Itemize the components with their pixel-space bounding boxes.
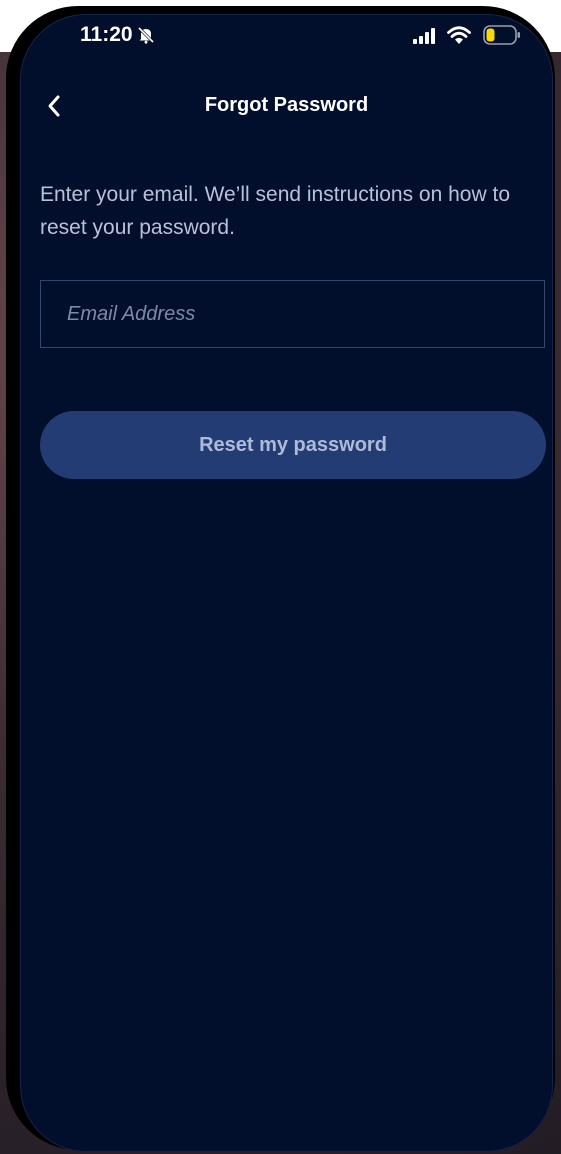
status-bar: 11:20 (20, 14, 553, 60)
signal-icon (413, 28, 435, 44)
status-time: 11:20 (80, 23, 133, 46)
bell-off-icon (137, 26, 155, 44)
nav-bar: Forgot Password (20, 84, 553, 130)
battery-icon (483, 25, 520, 45)
app-screen: 11:20 Forgot Password Enter your email. … (20, 14, 553, 1152)
phone-frame: 11:20 Forgot Password Enter your email. … (6, 6, 555, 1152)
email-field[interactable] (40, 280, 545, 348)
reset-password-button[interactable]: Reset my password (40, 411, 546, 479)
wifi-icon (447, 26, 471, 44)
page-title: Forgot Password (204, 94, 369, 116)
instructions-text: Enter your email. We’ll send instruction… (40, 183, 510, 239)
